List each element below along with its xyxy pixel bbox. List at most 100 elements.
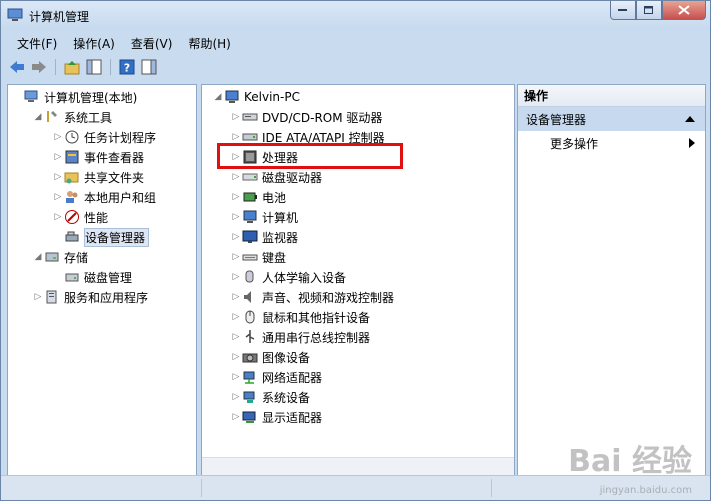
device-tree-root[interactable]: ◢ Kelvin-PC (212, 87, 300, 107)
tree-item[interactable]: 设备管理器 (52, 227, 150, 247)
tree-item-label: 存储 (64, 250, 89, 265)
tree-expander-icon[interactable]: ◢ (32, 252, 44, 262)
actions-section-device-manager[interactable]: 设备管理器 (518, 107, 705, 131)
title-bar[interactable]: 计算机管理 (1, 1, 710, 31)
computer-icon (224, 89, 240, 105)
tree-item[interactable]: 计算机管理(本地) (12, 87, 137, 107)
computer-management-icon (24, 89, 40, 105)
device-category[interactable]: ▷ 系统设备 (230, 387, 310, 407)
tree-expander-icon[interactable]: ▷ (52, 212, 64, 222)
minimize-button[interactable] (610, 1, 636, 20)
tree-expander-icon[interactable]: ▷ (230, 192, 242, 202)
disk-icon (64, 269, 80, 285)
tree-expander-icon[interactable]: ▷ (230, 272, 242, 282)
tree-item[interactable]: ▷ 任务计划程序 (52, 127, 156, 147)
device-manager-icon (64, 229, 80, 245)
toolbar-separator (55, 59, 56, 75)
sound-icon (242, 289, 258, 305)
tree-expander-icon[interactable]: ▷ (230, 312, 242, 322)
menu-bar: 文件(F) 操作(A) 查看(V) 帮助(H) (9, 33, 239, 53)
performance-icon (64, 209, 80, 225)
hid-icon (242, 269, 258, 285)
tree-expander-icon[interactable]: ▷ (230, 132, 242, 142)
tree-item[interactable]: ◢ 存储 (32, 247, 88, 267)
show-hide-tree-button[interactable] (84, 57, 104, 77)
menu-file[interactable]: 文件(F) (9, 33, 65, 53)
device-category[interactable]: ▷ 声音、视频和游戏控制器 (230, 287, 394, 307)
device-category-label: 声音、视频和游戏控制器 (262, 290, 395, 305)
tree-expander-icon[interactable]: ▷ (52, 192, 64, 202)
maximize-button[interactable] (636, 1, 662, 20)
device-category[interactable]: ▷ 键盘 (230, 247, 286, 267)
more-actions-link[interactable]: 更多操作 (550, 135, 598, 152)
storage-icon (44, 249, 60, 265)
device-category[interactable]: ▷ 网络适配器 (230, 367, 322, 387)
submenu-arrow-icon (689, 138, 695, 148)
tree-item[interactable]: ▷ 事件查看器 (52, 147, 144, 167)
tree-expander-icon[interactable]: ▷ (230, 332, 242, 342)
toolbar-separator (110, 59, 111, 75)
tree-expander-icon[interactable]: ▷ (230, 112, 242, 122)
baidu-watermark-url: jingyan.baidu.com (599, 485, 692, 496)
tree-expander-icon[interactable]: ▷ (230, 232, 242, 242)
device-category[interactable]: ▷ 鼠标和其他指针设备 (230, 307, 370, 327)
device-category-label: 显示适配器 (262, 410, 323, 425)
device-category[interactable]: ▷ 电池 (230, 187, 286, 207)
device-category-label: 键盘 (262, 250, 287, 265)
horizontal-scrollbar[interactable] (202, 457, 514, 475)
status-separator (201, 479, 202, 497)
device-category[interactable]: ▷ DVD/CD-ROM 驱动器 (230, 107, 383, 127)
forward-button[interactable] (29, 57, 49, 77)
tree-item[interactable]: ▷ 共享文件夹 (52, 167, 144, 187)
device-category[interactable]: ▷ 人体学输入设备 (230, 267, 346, 287)
device-category[interactable]: ▷ 监视器 (230, 227, 298, 247)
monitor-icon (242, 229, 258, 245)
tree-expander-icon[interactable]: ▷ (32, 292, 44, 302)
menu-view[interactable]: 查看(V) (123, 33, 181, 53)
device-category[interactable]: ▷ 图像设备 (230, 347, 310, 367)
tree-expander-icon[interactable]: ▷ (52, 152, 64, 162)
tree-expander-icon[interactable]: ▷ (230, 392, 242, 402)
tree-expander-icon[interactable]: ◢ (212, 92, 224, 102)
tree-expander-icon[interactable]: ▷ (230, 352, 242, 362)
tree-expander-icon[interactable]: ▷ (230, 252, 242, 262)
tree-expander-icon[interactable]: ▷ (230, 292, 242, 302)
device-category[interactable]: ▷ 通用串行总线控制器 (230, 327, 370, 347)
toolbar: ? (7, 56, 159, 78)
collapse-up-icon[interactable] (685, 116, 695, 122)
tree-item[interactable]: 磁盘管理 (52, 267, 132, 287)
tree-expander-icon[interactable]: ▷ (230, 372, 242, 382)
tree-expander-icon[interactable]: ▷ (230, 212, 242, 222)
device-category[interactable]: ▷ 显示适配器 (230, 407, 322, 427)
tree-expander-icon[interactable]: ▷ (52, 132, 64, 142)
device-category-label: 人体学输入设备 (262, 270, 347, 285)
tree-item[interactable]: ▷ 性能 (52, 207, 108, 227)
action-pane: 操作 设备管理器 更多操作 (517, 84, 706, 476)
tree-item-label: 任务计划程序 (84, 130, 157, 145)
tree-item[interactable]: ▷ 服务和应用程序 (32, 287, 148, 307)
tree-expander-icon[interactable]: ▷ (230, 412, 242, 422)
device-category[interactable]: ▷ 计算机 (230, 207, 298, 227)
tree-item[interactable]: ◢ 系统工具 (32, 107, 112, 127)
tree-item[interactable]: ▷ 本地用户和组 (52, 187, 156, 207)
close-button[interactable] (662, 1, 706, 20)
menu-help[interactable]: 帮助(H) (180, 33, 238, 53)
tree-expander-icon[interactable]: ▷ (230, 172, 242, 182)
folder-up-icon (64, 61, 80, 75)
svg-text:?: ? (124, 62, 130, 75)
disk-drive-icon (242, 169, 258, 185)
window-title: 计算机管理 (29, 10, 90, 24)
actions-header: 操作 (518, 85, 705, 107)
tree-expander-icon[interactable]: ◢ (32, 112, 44, 122)
usb-icon (242, 329, 258, 345)
tree-item-label: 事件查看器 (84, 150, 145, 165)
menu-action[interactable]: 操作(A) (65, 33, 123, 53)
up-level-button[interactable] (62, 57, 82, 77)
show-action-pane-button[interactable] (139, 57, 159, 77)
device-category[interactable]: ▷ 磁盘驱动器 (230, 167, 322, 187)
tree-expander-icon[interactable]: ▷ (52, 172, 64, 182)
tree-item-label: 本地用户和组 (84, 190, 157, 205)
help-button[interactable]: ? (117, 57, 137, 77)
back-button[interactable] (7, 57, 27, 77)
camera-icon (242, 349, 258, 365)
